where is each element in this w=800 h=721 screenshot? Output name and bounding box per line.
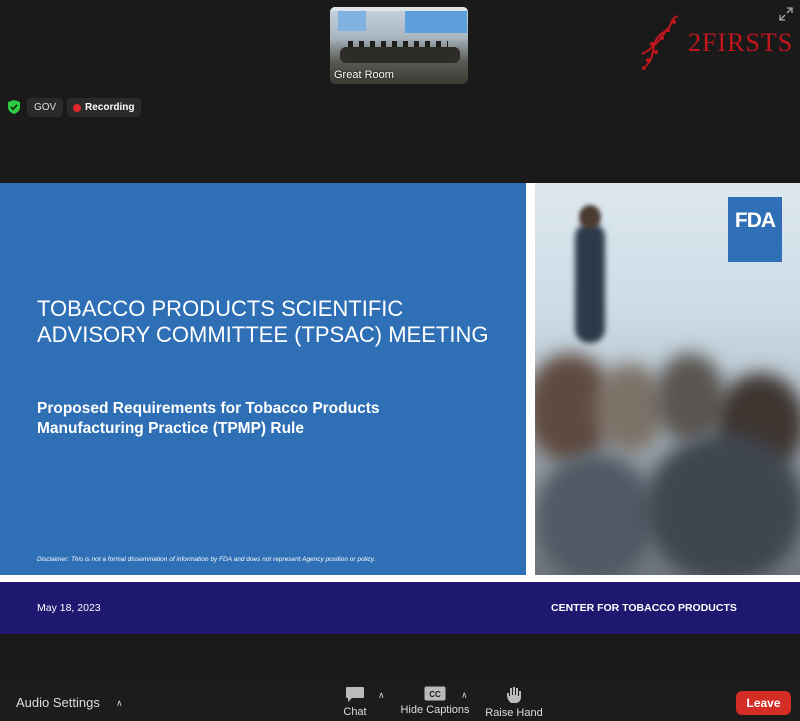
raise-hand-icon xyxy=(507,687,521,703)
captions-caret-icon[interactable]: ∧ xyxy=(461,690,468,701)
audio-settings-caret-icon[interactable]: ∧ xyxy=(116,698,123,709)
fullscreen-expand-icon[interactable] xyxy=(778,6,794,22)
closed-captions-icon: CC xyxy=(424,686,446,701)
thumbnail-screen-left xyxy=(338,11,366,31)
thumbnail-screen-right xyxy=(405,11,467,33)
recording-label: Recording xyxy=(85,102,135,113)
hide-captions-label: Hide Captions xyxy=(400,704,470,716)
slide-date: May 18, 2023 xyxy=(37,602,101,614)
brand-logo-text: 2FIRSTS xyxy=(688,28,794,57)
slide-subtitle: Proposed Requirements for Tobacco Produc… xyxy=(37,400,380,437)
slide-title: TOBACCO PRODUCTS SCIENTIFIC ADVISORY COM… xyxy=(37,296,489,347)
shared-presentation-slide: TOBACCO PRODUCTS SCIENTIFIC ADVISORY COM… xyxy=(0,183,800,634)
shield-check-icon[interactable] xyxy=(7,99,21,115)
slide-disclaimer: Disclaimer: This is not a formal dissemi… xyxy=(37,556,376,563)
participant-video-thumbnail[interactable]: Great Room xyxy=(330,7,468,84)
cc-icon-text: CC xyxy=(429,690,441,699)
raise-hand-label: Raise Hand xyxy=(485,707,543,719)
recording-indicator[interactable]: Recording xyxy=(67,98,142,117)
fda-logo-text: FDA xyxy=(734,209,776,232)
slide-footer-bar: May 18, 2023 CENTER FOR TOBACCO PRODUCTS xyxy=(0,582,800,634)
recording-dot-icon xyxy=(73,103,81,112)
slide-title-panel: TOBACCO PRODUCTS SCIENTIFIC ADVISORY COM… xyxy=(0,183,526,575)
gov-badge[interactable]: GOV xyxy=(27,98,64,117)
chat-label: Chat xyxy=(343,706,367,718)
slide-audience-photo: FDA xyxy=(535,183,800,575)
chat-bubble-icon xyxy=(346,687,364,702)
raise-hand-button[interactable]: Raise Hand xyxy=(474,684,554,719)
thumbnail-conference-table xyxy=(340,47,460,63)
participant-name: Great Room xyxy=(334,69,394,81)
meeting-toolbar: Audio Settings ∧ Chat ∧ CC Hide Captions… xyxy=(0,684,800,721)
slide-center-name: CENTER FOR TOBACCO PRODUCTS xyxy=(551,602,737,614)
fda-logo: FDA xyxy=(728,197,782,262)
audio-settings-button[interactable]: Audio Settings xyxy=(16,695,100,710)
leave-meeting-button[interactable]: Leave xyxy=(736,691,791,715)
chat-caret-icon[interactable]: ∧ xyxy=(378,690,385,701)
